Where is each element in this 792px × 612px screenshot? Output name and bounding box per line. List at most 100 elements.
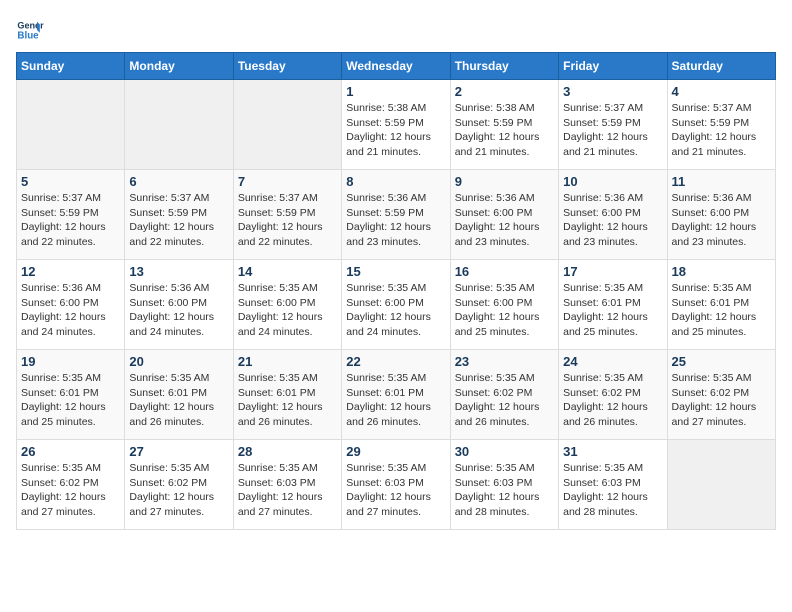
day-number: 16 xyxy=(455,264,554,279)
day-info: Sunrise: 5:35 AMSunset: 6:02 PMDaylight:… xyxy=(129,461,228,520)
calendar-cell: 24 Sunrise: 5:35 AMSunset: 6:02 PMDayligh… xyxy=(559,350,667,440)
calendar-cell: 3Sunrise: 5:37 AMSunset: 5:59 PMDaylight… xyxy=(559,80,667,170)
day-number: 14 xyxy=(238,264,337,279)
column-header-wednesday: Wednesday xyxy=(342,53,450,80)
day-number: 27 xyxy=(129,444,228,459)
header-row: SundayMondayTuesdayWednesdayThursdayFrid… xyxy=(17,53,776,80)
calendar-week-2: 5 Sunrise: 5:37 AMSunset: 5:59 PMDaylight… xyxy=(17,170,776,260)
calendar-cell: 18Sunrise: 5:35 AMSunset: 6:01 PMDayligh… xyxy=(667,260,775,350)
day-number: 2 xyxy=(455,84,554,99)
day-info: Sunrise: 5:35 AMSunset: 6:02 PMDaylight:… xyxy=(455,371,554,430)
day-number: 25 xyxy=(672,354,771,369)
calendar-cell: 5 Sunrise: 5:37 AMSunset: 5:59 PMDaylight… xyxy=(17,170,125,260)
calendar-cell: 29 Sunrise: 5:35 AMSunset: 6:03 PMDayligh… xyxy=(342,440,450,530)
page-header: General Blue xyxy=(16,16,776,44)
column-header-sunday: Sunday xyxy=(17,53,125,80)
day-info: Sunrise: 5:35 AMSunset: 6:03 PMDaylight:… xyxy=(455,461,554,520)
calendar-week-5: 26 Sunrise: 5:35 AMSunset: 6:02 PMDayligh… xyxy=(17,440,776,530)
day-number: 30 xyxy=(455,444,554,459)
calendar-cell: 31 Sunrise: 5:35 AMSunset: 6:03 PMDayligh… xyxy=(559,440,667,530)
calendar-cell: 16 Sunrise: 5:35 AMSunset: 6:00 PMDayligh… xyxy=(450,260,558,350)
day-info: Sunrise: 5:35 AMSunset: 6:01 PMDaylight:… xyxy=(672,281,771,340)
calendar-cell: 22 Sunrise: 5:35 AMSunset: 6:01 PMDayligh… xyxy=(342,350,450,440)
day-number: 22 xyxy=(346,354,445,369)
day-info: Sunrise: 5:36 AMSunset: 6:00 PMDaylight:… xyxy=(129,281,228,340)
day-info: Sunrise: 5:37 AMSunset: 5:59 PMDaylight:… xyxy=(21,191,120,250)
day-number: 10 xyxy=(563,174,662,189)
calendar-cell: 17 Sunrise: 5:35 AMSunset: 6:01 PMDayligh… xyxy=(559,260,667,350)
day-info: Sunrise: 5:35 AMSunset: 6:02 PMDaylight:… xyxy=(563,371,662,430)
day-number: 19 xyxy=(21,354,120,369)
day-number: 26 xyxy=(21,444,120,459)
day-info: Sunrise: 5:35 AMSunset: 6:01 PMDaylight:… xyxy=(563,281,662,340)
day-number: 29 xyxy=(346,444,445,459)
day-info: Sunrise: 5:35 AMSunset: 6:03 PMDaylight:… xyxy=(563,461,662,520)
day-info: Sunrise: 5:37 AMSunset: 5:59 PMDaylight:… xyxy=(672,101,771,160)
calendar-cell: 30 Sunrise: 5:35 AMSunset: 6:03 PMDayligh… xyxy=(450,440,558,530)
day-number: 9 xyxy=(455,174,554,189)
calendar-cell: 8 Sunrise: 5:36 AMSunset: 5:59 PMDaylight… xyxy=(342,170,450,260)
day-number: 11 xyxy=(672,174,771,189)
day-info: Sunrise: 5:35 AMSunset: 6:01 PMDaylight:… xyxy=(21,371,120,430)
day-number: 23 xyxy=(455,354,554,369)
day-number: 15 xyxy=(346,264,445,279)
calendar-cell: 12Sunrise: 5:36 AMSunset: 6:00 PMDayligh… xyxy=(17,260,125,350)
calendar-cell xyxy=(125,80,233,170)
day-info: Sunrise: 5:37 AMSunset: 5:59 PMDaylight:… xyxy=(129,191,228,250)
calendar-cell: 27 Sunrise: 5:35 AMSunset: 6:02 PMDayligh… xyxy=(125,440,233,530)
day-info: Sunrise: 5:35 AMSunset: 6:00 PMDaylight:… xyxy=(455,281,554,340)
column-header-friday: Friday xyxy=(559,53,667,80)
calendar-cell: 11 Sunrise: 5:36 AMSunset: 6:00 PMDayligh… xyxy=(667,170,775,260)
column-header-monday: Monday xyxy=(125,53,233,80)
calendar-body: 1Sunrise: 5:38 AMSunset: 5:59 PMDaylight… xyxy=(17,80,776,530)
day-number: 8 xyxy=(346,174,445,189)
day-info: Sunrise: 5:36 AMSunset: 6:00 PMDaylight:… xyxy=(672,191,771,250)
calendar-cell: 26 Sunrise: 5:35 AMSunset: 6:02 PMDayligh… xyxy=(17,440,125,530)
svg-text:General: General xyxy=(17,21,44,31)
day-info: Sunrise: 5:35 AMSunset: 6:00 PMDaylight:… xyxy=(238,281,337,340)
day-info: Sunrise: 5:38 AMSunset: 5:59 PMDaylight:… xyxy=(455,101,554,160)
day-number: 21 xyxy=(238,354,337,369)
day-info: Sunrise: 5:35 AMSunset: 6:03 PMDaylight:… xyxy=(346,461,445,520)
calendar-cell xyxy=(17,80,125,170)
day-number: 20 xyxy=(129,354,228,369)
svg-text:Blue: Blue xyxy=(17,30,39,41)
calendar-cell: 1Sunrise: 5:38 AMSunset: 5:59 PMDaylight… xyxy=(342,80,450,170)
day-number: 17 xyxy=(563,264,662,279)
day-info: Sunrise: 5:35 AMSunset: 6:02 PMDaylight:… xyxy=(21,461,120,520)
day-number: 4 xyxy=(672,84,771,99)
calendar-cell: 9 Sunrise: 5:36 AMSunset: 6:00 PMDaylight… xyxy=(450,170,558,260)
day-info: Sunrise: 5:36 AMSunset: 6:00 PMDaylight:… xyxy=(455,191,554,250)
day-info: Sunrise: 5:35 AMSunset: 6:00 PMDaylight:… xyxy=(346,281,445,340)
day-number: 31 xyxy=(563,444,662,459)
day-info: Sunrise: 5:35 AMSunset: 6:02 PMDaylight:… xyxy=(672,371,771,430)
calendar-cell: 2 Sunrise: 5:38 AMSunset: 5:59 PMDaylight… xyxy=(450,80,558,170)
calendar-cell: 19 Sunrise: 5:35 AMSunset: 6:01 PMDayligh… xyxy=(17,350,125,440)
column-header-tuesday: Tuesday xyxy=(233,53,341,80)
day-info: Sunrise: 5:35 AMSunset: 6:01 PMDaylight:… xyxy=(129,371,228,430)
day-number: 5 xyxy=(21,174,120,189)
calendar-cell: 25 Sunrise: 5:35 AMSunset: 6:02 PMDayligh… xyxy=(667,350,775,440)
calendar-cell: 28Sunrise: 5:35 AMSunset: 6:03 PMDayligh… xyxy=(233,440,341,530)
day-number: 7 xyxy=(238,174,337,189)
calendar-cell: 15 Sunrise: 5:35 AMSunset: 6:00 PMDayligh… xyxy=(342,260,450,350)
calendar-cell: 4 Sunrise: 5:37 AMSunset: 5:59 PMDaylight… xyxy=(667,80,775,170)
day-info: Sunrise: 5:37 AMSunset: 5:59 PMDaylight:… xyxy=(563,101,662,160)
day-info: Sunrise: 5:35 AMSunset: 6:01 PMDaylight:… xyxy=(238,371,337,430)
calendar-cell: 6 Sunrise: 5:37 AMSunset: 5:59 PMDaylight… xyxy=(125,170,233,260)
day-number: 13 xyxy=(129,264,228,279)
day-number: 6 xyxy=(129,174,228,189)
day-info: Sunrise: 5:35 AMSunset: 6:01 PMDaylight:… xyxy=(346,371,445,430)
calendar-cell: 7Sunrise: 5:37 AMSunset: 5:59 PMDaylight… xyxy=(233,170,341,260)
calendar-cell: 10Sunrise: 5:36 AMSunset: 6:00 PMDayligh… xyxy=(559,170,667,260)
day-info: Sunrise: 5:36 AMSunset: 5:59 PMDaylight:… xyxy=(346,191,445,250)
calendar-cell: 21 Sunrise: 5:35 AMSunset: 6:01 PMDayligh… xyxy=(233,350,341,440)
column-header-saturday: Saturday xyxy=(667,53,775,80)
calendar-cell: 14 Sunrise: 5:35 AMSunset: 6:00 PMDayligh… xyxy=(233,260,341,350)
calendar-cell: 20 Sunrise: 5:35 AMSunset: 6:01 PMDayligh… xyxy=(125,350,233,440)
logo-icon: General Blue xyxy=(16,16,44,44)
calendar-week-1: 1Sunrise: 5:38 AMSunset: 5:59 PMDaylight… xyxy=(17,80,776,170)
calendar-cell: 13 Sunrise: 5:36 AMSunset: 6:00 PMDayligh… xyxy=(125,260,233,350)
calendar-cell xyxy=(667,440,775,530)
day-number: 24 xyxy=(563,354,662,369)
